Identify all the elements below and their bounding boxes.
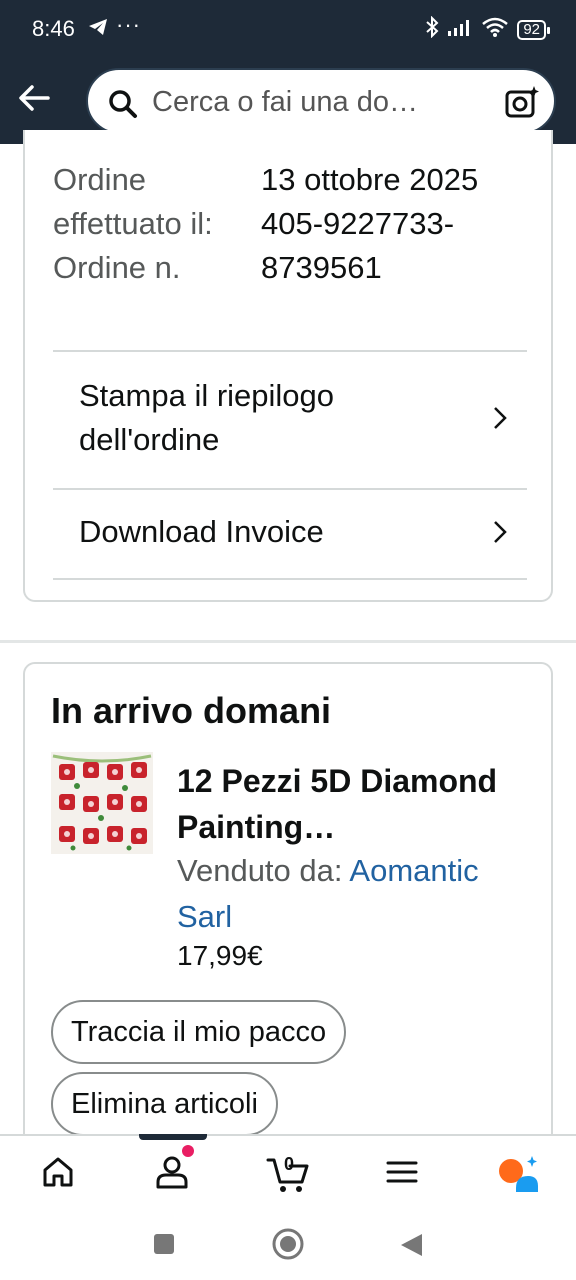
telegram-icon bbox=[88, 18, 108, 41]
chevron-right-icon bbox=[493, 406, 507, 435]
recent-apps-icon[interactable] bbox=[152, 1232, 176, 1261]
wifi-icon bbox=[481, 16, 509, 43]
account-icon[interactable] bbox=[154, 1154, 198, 1198]
section-separator bbox=[0, 640, 576, 643]
product-price: 17,99€ bbox=[177, 940, 263, 971]
divider bbox=[53, 578, 527, 580]
search-bar[interactable]: Cerca o fai una do… bbox=[86, 68, 556, 134]
download-invoice-row[interactable]: Download Invoice bbox=[53, 490, 527, 578]
search-input[interactable]: Cerca o fai una do… bbox=[152, 86, 418, 119]
assistant-icon[interactable] bbox=[496, 1154, 540, 1198]
bottom-nav: 0 bbox=[0, 1134, 576, 1212]
active-tab-indicator bbox=[139, 1134, 207, 1140]
system-nav-bar bbox=[0, 1212, 576, 1280]
menu-icon[interactable] bbox=[384, 1154, 428, 1198]
seller-info: Venduto da: Aomantic Sarl bbox=[177, 848, 537, 940]
bluetooth-icon bbox=[425, 15, 439, 43]
notification-dot bbox=[182, 1145, 194, 1157]
status-bar: 8:46 ··· 92 bbox=[0, 0, 576, 60]
delete-items-button[interactable]: Elimina articoli bbox=[51, 1072, 278, 1136]
back-arrow-icon[interactable] bbox=[16, 80, 56, 120]
order-info-card: Ordine effettuato il: Ordine n. 13 ottob… bbox=[23, 130, 553, 602]
order-date: 13 ottobre 2025 bbox=[261, 162, 479, 197]
print-summary-row[interactable]: Stampa il riepilogo dell'ordine bbox=[53, 352, 527, 488]
more-notifications-icon: ··· bbox=[116, 12, 141, 37]
signal-icon bbox=[447, 17, 473, 42]
back-button-icon[interactable] bbox=[398, 1232, 424, 1263]
product-title[interactable]: 12 Pezzi 5D Diamond Painting… bbox=[177, 758, 537, 850]
order-values: 13 ottobre 2025 405-9227733-8739561 bbox=[261, 158, 541, 290]
track-package-button[interactable]: Traccia il mio pacco bbox=[51, 1000, 347, 1064]
order-labels: Ordine effettuato il: Ordine n. bbox=[53, 162, 213, 285]
camera-search-icon[interactable] bbox=[504, 85, 540, 124]
search-icon bbox=[108, 89, 138, 124]
shipment-card: In arrivo domani 12 Pezzi 5D Diamond Pai… bbox=[23, 662, 553, 1162]
home-icon[interactable] bbox=[40, 1154, 84, 1198]
home-button-icon[interactable] bbox=[271, 1227, 305, 1266]
seller-label: Venduto da: bbox=[177, 853, 343, 888]
delivery-heading: In arrivo domani bbox=[51, 690, 332, 731]
product-thumbnail[interactable] bbox=[51, 752, 153, 854]
battery-icon: 92 bbox=[517, 19, 550, 40]
order-number: 405-9227733-8739561 bbox=[261, 206, 455, 285]
status-time: 8:46 bbox=[32, 16, 75, 41]
cart-count: 0 bbox=[284, 1154, 295, 1174]
chevron-right-icon bbox=[493, 520, 507, 549]
download-invoice-label: Download Invoice bbox=[79, 514, 324, 549]
print-summary-label: Stampa il riepilogo dell'ordine bbox=[79, 378, 335, 457]
